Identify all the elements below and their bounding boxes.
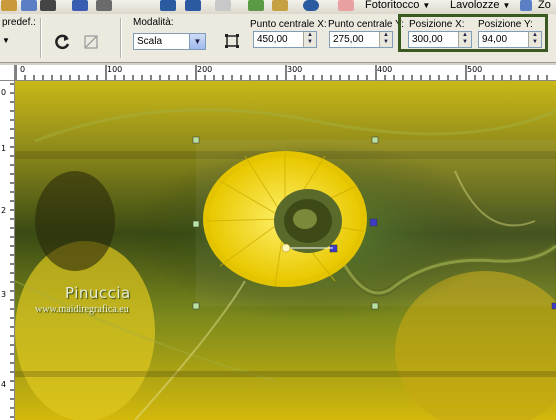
ruler-corner <box>0 65 15 81</box>
watermark-url: www.maidiregrafica.eu <box>35 304 129 315</box>
menu-lavolozze-label: Lavolozze <box>450 0 500 11</box>
chevron-down-icon: ▼ <box>422 1 431 10</box>
position-y-spinner[interactable]: ▲ ▼ <box>528 32 541 47</box>
redo-icon[interactable] <box>185 0 201 11</box>
position-y-value: 94,00 <box>482 34 508 45</box>
ruler-label: 1 <box>1 144 7 153</box>
preset-dropdown-icon[interactable]: ▼ <box>2 36 10 45</box>
ruler-label: 500 <box>467 65 483 74</box>
tool-options-bar: predef.: ▼ Modalità: Scala ▼ Punto centr… <box>0 14 556 63</box>
eraser-icon[interactable] <box>338 0 354 11</box>
position-x-spinner[interactable]: ▲ ▼ <box>458 32 471 47</box>
crop-frame-button[interactable] <box>221 30 243 52</box>
ruler-label: 3 <box>1 290 7 299</box>
toolbar-divider <box>40 18 42 58</box>
ruler-label: 100 <box>107 65 123 74</box>
center-y-spinner[interactable]: ▲ ▼ <box>379 32 392 47</box>
info-icon[interactable] <box>303 0 319 11</box>
position-y-label: Posizione Y: <box>478 19 533 30</box>
spin-up-icon[interactable]: ▲ <box>380 32 392 39</box>
menu-fotoritocco-label: Fotoritocco <box>365 0 420 11</box>
reset-arrow-icon <box>55 34 70 50</box>
save-icon[interactable] <box>72 0 88 11</box>
transform-icon <box>84 35 98 49</box>
center-y-input[interactable]: 275,00 ▲ ▼ <box>329 31 393 48</box>
center-x-input[interactable]: 450,00 ▲ ▼ <box>253 31 317 48</box>
position-x-input[interactable]: 300,00 ▲ ▼ <box>408 31 472 48</box>
vertical-ruler: 0 1 2 3 4 <box>0 80 15 420</box>
undo-icon[interactable] <box>160 0 176 11</box>
ruler-label: 0 <box>1 88 7 97</box>
flower-head <box>203 151 367 287</box>
position-x-value: 300,00 <box>412 34 443 45</box>
menu-lavolozze[interactable]: Lavolozze ▼ <box>450 0 510 11</box>
ruler-label: 2 <box>1 206 7 215</box>
menu-fotoritocco[interactable]: Fotoritocco ▼ <box>365 0 430 11</box>
chevron-down-icon[interactable]: ▼ <box>189 34 205 49</box>
layers-icon[interactable] <box>272 0 288 11</box>
ruler-label: 4 <box>1 380 7 389</box>
image-canvas[interactable]: Pinuccia www.maidiregrafica.eu <box>15 81 556 420</box>
vertical-ruler-ticks <box>10 83 14 418</box>
spin-up-icon[interactable]: ▲ <box>304 32 316 39</box>
ruler-label: 200 <box>197 65 213 74</box>
position-x-label: Posizione X: <box>409 19 465 30</box>
crop-frame-icon <box>225 34 239 48</box>
horizontal-ruler: 0 100 200 300 400 500 <box>0 65 556 81</box>
spin-up-icon[interactable]: ▲ <box>529 32 541 39</box>
spin-up-icon[interactable]: ▲ <box>459 32 471 39</box>
center-y-label: Punto centrale Y: <box>328 19 404 30</box>
center-y-value: 275,00 <box>333 34 364 45</box>
spin-down-icon[interactable]: ▼ <box>459 39 471 46</box>
center-x-label: Punto centrale X: <box>250 19 327 30</box>
menu-bar: Fotoritocco ▼ Lavolozze ▼ Zo <box>0 0 556 15</box>
watermark-title: Pinuccia <box>65 284 131 302</box>
ruler-label: 0 <box>20 65 26 74</box>
preset-label: predef.: <box>2 17 36 28</box>
copy-icon[interactable] <box>215 0 231 11</box>
image-icon[interactable] <box>248 0 264 11</box>
mode-select[interactable]: Scala ▼ <box>133 33 206 50</box>
ruler-label: 400 <box>377 65 393 74</box>
center-x-value: 450,00 <box>257 34 288 45</box>
brush-icon[interactable] <box>40 0 56 11</box>
reset-button[interactable] <box>52 31 74 53</box>
paint-icon[interactable] <box>21 0 37 11</box>
print-icon[interactable] <box>96 0 112 11</box>
zoom-icon[interactable] <box>520 0 532 11</box>
mode-value: Scala <box>137 36 163 47</box>
center-x-spinner[interactable]: ▲ ▼ <box>303 32 316 47</box>
chevron-down-icon: ▼ <box>502 1 511 10</box>
canvas-artwork <box>15 81 556 420</box>
spin-down-icon[interactable]: ▼ <box>529 39 541 46</box>
spin-down-icon[interactable]: ▼ <box>380 39 392 46</box>
position-y-input[interactable]: 94,00 ▲ ▼ <box>478 31 542 48</box>
mode-label: Modalità: <box>133 17 174 28</box>
palette-icon[interactable] <box>1 0 17 11</box>
transform-button[interactable] <box>80 31 102 53</box>
menu-zoom[interactable]: Zo <box>538 0 551 11</box>
spin-down-icon[interactable]: ▼ <box>304 39 316 46</box>
ruler-label: 300 <box>287 65 303 74</box>
toolbar-divider <box>120 18 122 58</box>
